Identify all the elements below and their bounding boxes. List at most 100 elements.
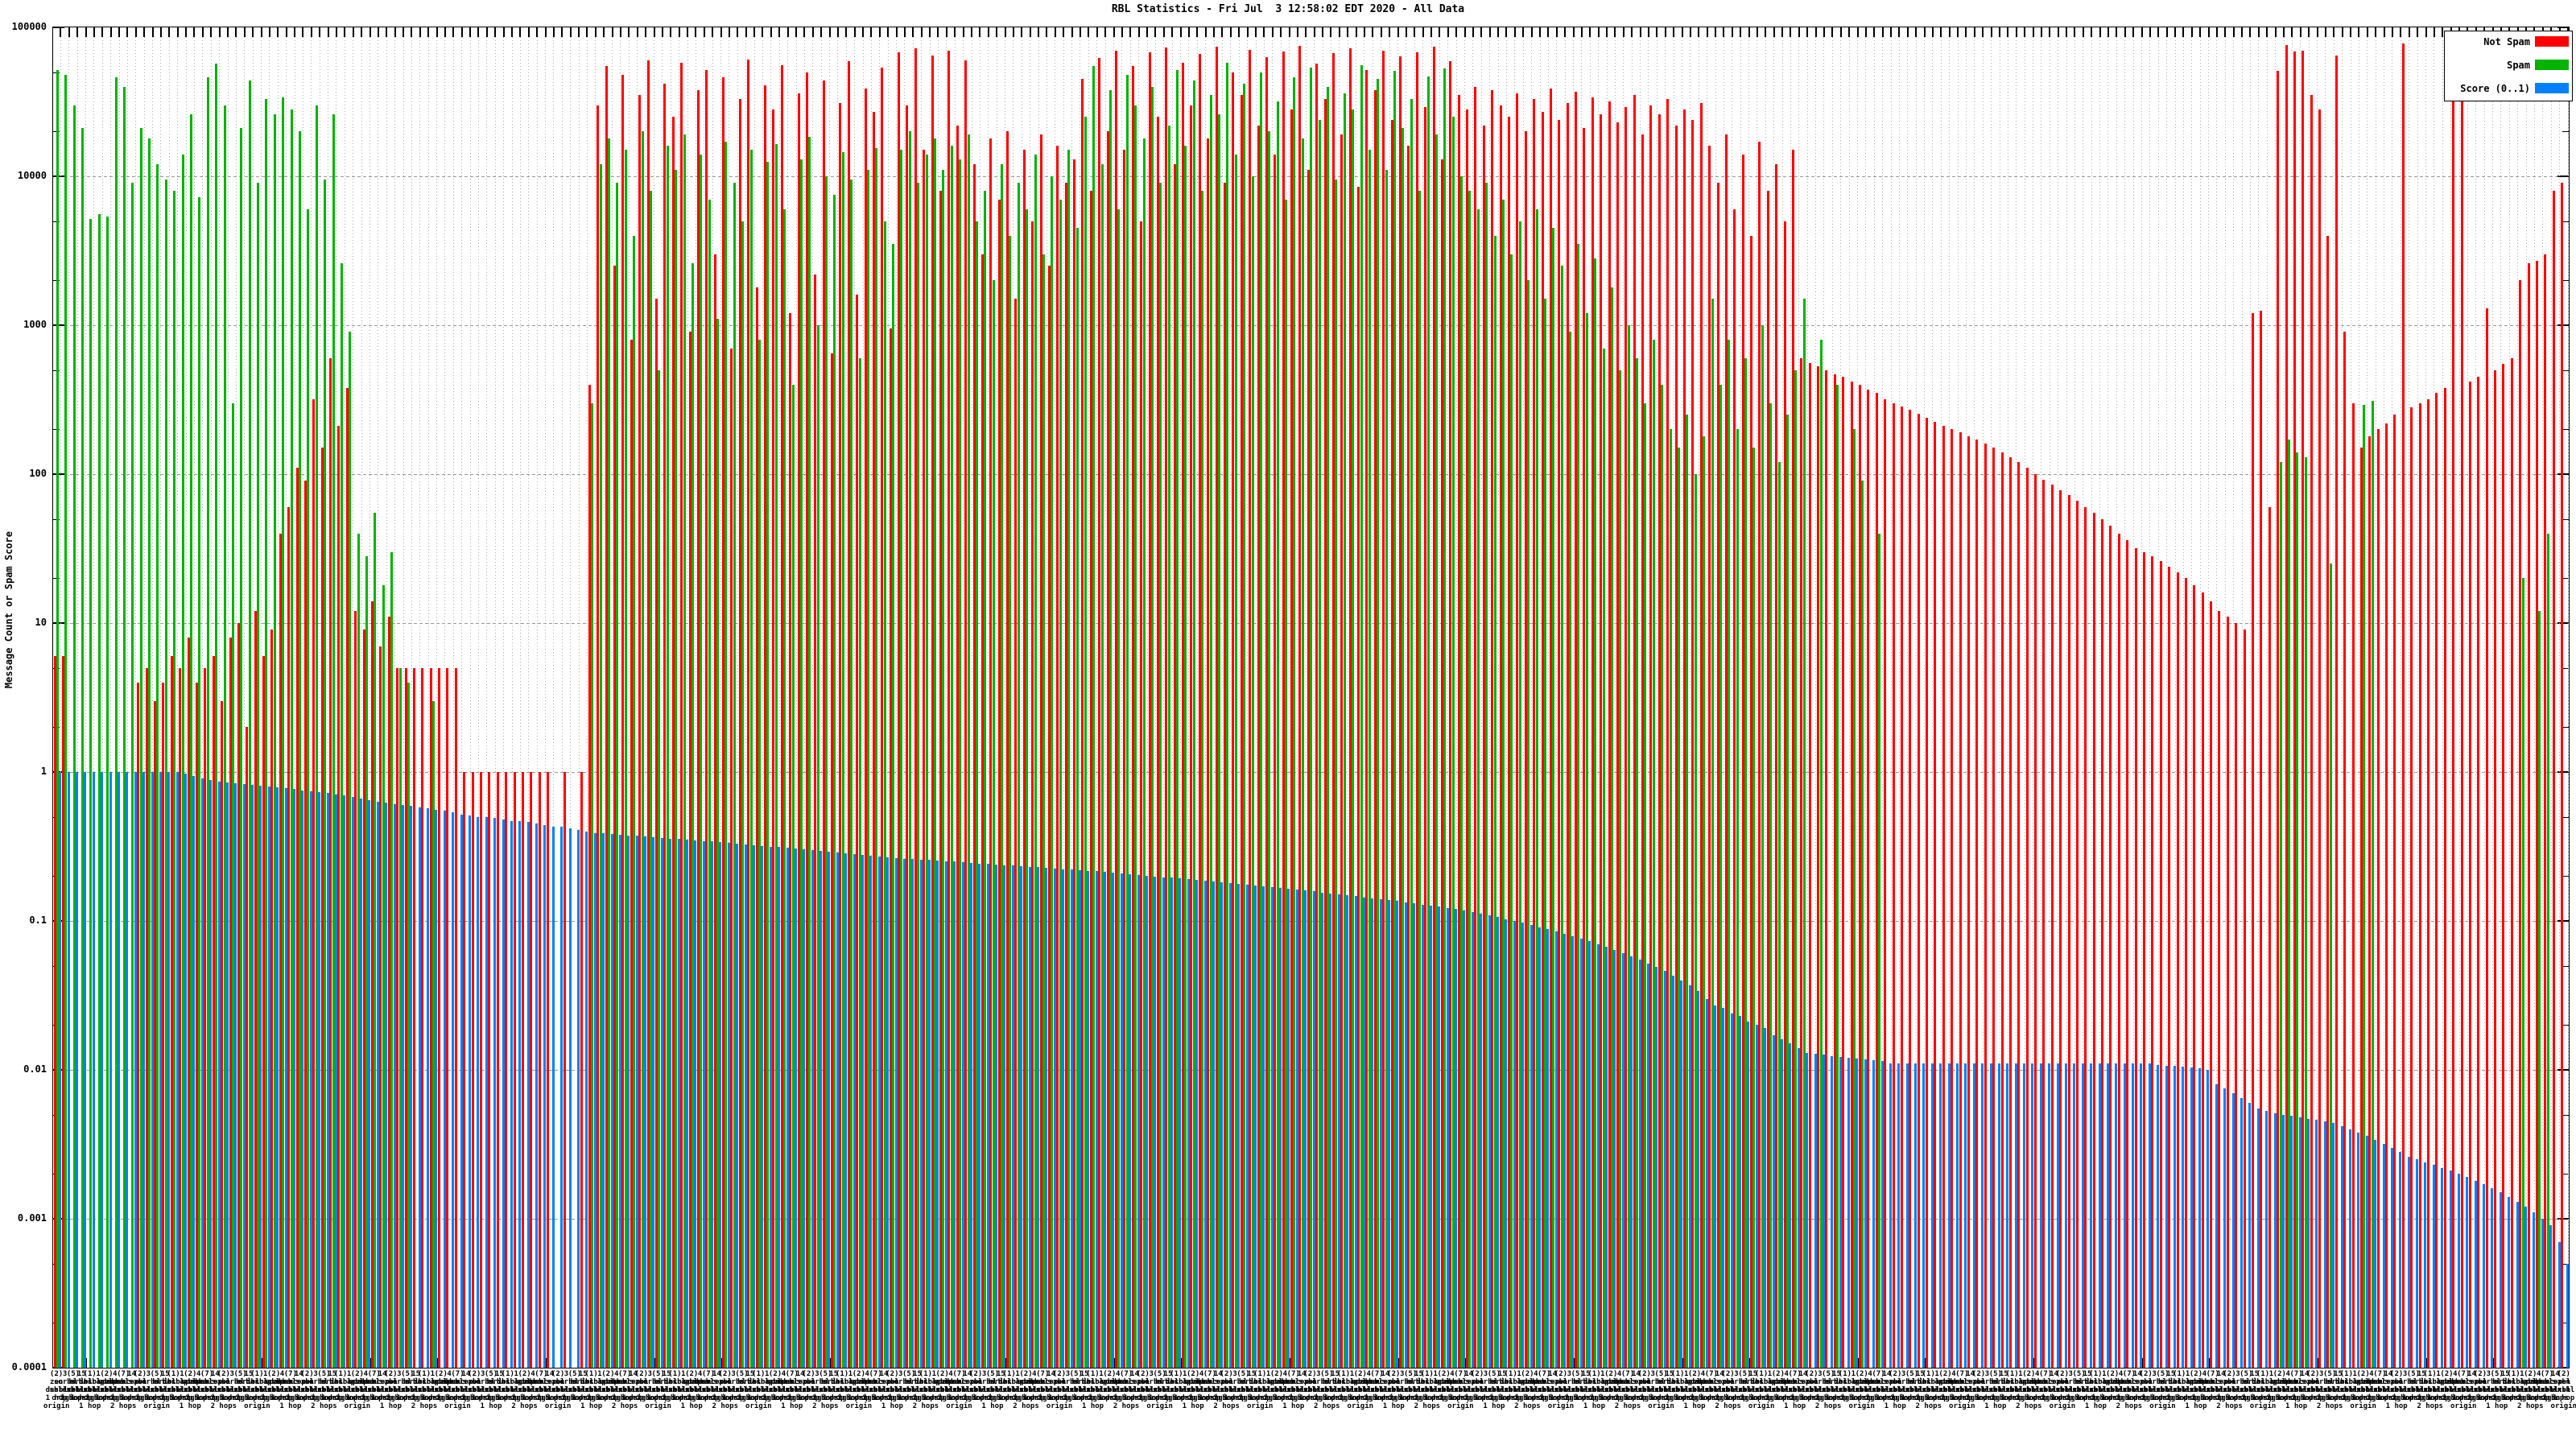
bar-score xyxy=(978,863,981,1368)
x-tick-top xyxy=(870,27,873,37)
bar-not-spam xyxy=(2502,364,2505,1368)
bar-score xyxy=(2432,1165,2435,1368)
x-tick-top xyxy=(1088,27,1090,37)
bar-score xyxy=(1579,939,1583,1368)
bar-score xyxy=(1287,889,1290,1368)
bar-score xyxy=(2566,1263,2569,1368)
bar-score xyxy=(242,783,246,1368)
bar-score xyxy=(159,772,162,1368)
x-gridline xyxy=(2483,27,2485,1368)
x-tick-top xyxy=(2007,27,2009,37)
x-tick-top xyxy=(252,27,254,37)
bar-score xyxy=(318,792,321,1368)
bar-not-spam xyxy=(2418,402,2421,1368)
bar-score xyxy=(1463,910,1466,1368)
bar-score xyxy=(1062,869,1065,1368)
x-tick-top xyxy=(1656,27,1658,37)
bar-not-spam xyxy=(2050,485,2054,1368)
bar-not-spam xyxy=(2134,547,2137,1368)
x-tick-top xyxy=(1271,27,1274,37)
x-tick-top xyxy=(394,27,396,37)
bar-score xyxy=(1554,931,1558,1368)
x-gridline xyxy=(2508,27,2510,1368)
y-major-tick-left xyxy=(53,175,64,177)
bar-not-spam xyxy=(2443,387,2446,1368)
x-tick-top xyxy=(193,27,196,37)
bar-score xyxy=(618,834,621,1368)
bar-score xyxy=(753,844,755,1368)
bar-score xyxy=(1170,877,1174,1368)
bar-score xyxy=(861,854,864,1368)
bar-score xyxy=(2524,1207,2527,1368)
bar-score xyxy=(142,772,146,1368)
x-tick-top xyxy=(1129,27,1132,37)
bar-score xyxy=(2123,1063,2126,1368)
bar-score xyxy=(2307,1118,2310,1368)
x-tick-top xyxy=(1990,27,1992,37)
x-tick-top xyxy=(1363,27,1365,37)
bar-score xyxy=(1847,1058,1851,1368)
x-tick-top xyxy=(1054,27,1056,37)
x-tick-top xyxy=(1447,27,1449,37)
bar-score xyxy=(1563,933,1567,1368)
bar-score xyxy=(2533,1212,2536,1368)
bar-not-spam xyxy=(2552,190,2555,1368)
x-tick-top xyxy=(2165,27,2168,37)
x-tick-top xyxy=(1146,27,1149,37)
bar-score xyxy=(1129,873,1132,1368)
x-tick-top xyxy=(1580,27,1583,37)
bar-score xyxy=(1956,1063,1959,1368)
bar-score xyxy=(1922,1063,1926,1368)
x-tick-top xyxy=(836,27,839,37)
bar-score xyxy=(2256,1108,2260,1368)
bar-not-spam xyxy=(505,772,508,1368)
x-tick-top xyxy=(937,27,939,37)
x-tick-top xyxy=(1255,27,1257,37)
x-tick-top xyxy=(1296,27,1298,37)
x-gridline xyxy=(2442,27,2443,1368)
bar-not-spam xyxy=(2477,377,2480,1368)
bar-score xyxy=(1688,985,1691,1368)
x-tick-top xyxy=(427,27,430,37)
bar-not-spam xyxy=(547,772,550,1368)
bar-score xyxy=(819,851,823,1368)
bar-not-spam xyxy=(1808,362,1811,1368)
bar-score xyxy=(1438,906,1441,1368)
x-tick-top xyxy=(2057,27,2059,37)
x-tick-top xyxy=(1121,27,1123,37)
bar-score xyxy=(2265,1111,2268,1368)
bar-score xyxy=(1496,917,1499,1368)
x-tick-top xyxy=(1389,27,1391,37)
x-tick-top xyxy=(1096,27,1098,37)
bar-score xyxy=(443,811,446,1368)
x-tick-top xyxy=(176,27,179,37)
x-tick-top xyxy=(511,27,513,37)
x-tick-top xyxy=(828,27,831,37)
bar-score xyxy=(452,811,455,1368)
bar-not-spam xyxy=(2184,578,2187,1368)
bar-score xyxy=(1187,879,1190,1368)
x-tick-top xyxy=(1171,27,1174,37)
x-tick-top xyxy=(2266,27,2268,37)
bar-score xyxy=(2374,1139,2377,1368)
bar-score xyxy=(1730,1013,1733,1368)
bar-score xyxy=(2098,1063,2101,1368)
x-tick-top xyxy=(1740,27,1742,37)
bar-score xyxy=(2457,1174,2460,1368)
bar-score xyxy=(535,824,539,1368)
x-tick-top xyxy=(561,27,564,37)
x-tick-top xyxy=(1213,27,1216,37)
x-tick-top xyxy=(762,27,764,37)
bar-score xyxy=(694,840,697,1368)
bar-score xyxy=(251,784,254,1368)
bar-score xyxy=(134,772,137,1368)
x-tick-top xyxy=(1606,27,1608,37)
legend-row-score: Score (0..1) xyxy=(2445,83,2572,94)
x-tick-top xyxy=(444,27,446,37)
bar-not-spam xyxy=(2025,468,2029,1368)
bar-score xyxy=(2198,1068,2202,1368)
x-tick-top xyxy=(1137,27,1140,37)
bar-score xyxy=(1839,1057,1842,1368)
chart-title: RBL Statistics - Fri Jul 3 12:58:02 EDT … xyxy=(1111,3,1465,15)
bar-score xyxy=(1087,870,1090,1368)
